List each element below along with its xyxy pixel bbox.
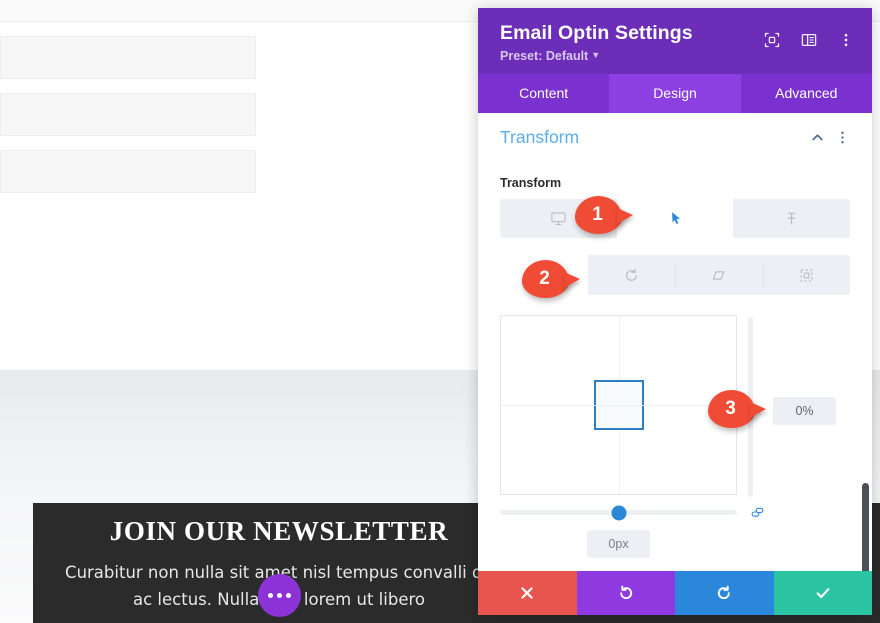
- fab-dot: [286, 593, 291, 598]
- tab-content[interactable]: Content: [478, 74, 609, 113]
- desktop-icon[interactable]: [500, 199, 617, 238]
- section-title: Transform: [500, 127, 580, 147]
- transform-handle[interactable]: [593, 380, 644, 430]
- tab-design[interactable]: Design: [609, 74, 741, 113]
- preset-label: Preset: Default: [500, 49, 589, 63]
- chevron-up-icon[interactable]: [810, 130, 825, 145]
- device-state-toggle-group: [500, 199, 850, 238]
- newsletter-title: JOIN OUR NEWSLETTER: [109, 516, 449, 546]
- more-vertical-icon[interactable]: [838, 32, 854, 48]
- panel-layout-icon[interactable]: [801, 32, 817, 48]
- sticky-pin-icon[interactable]: [733, 199, 850, 238]
- horizontal-slider[interactable]: [500, 505, 737, 520]
- undo-icon: [620, 585, 632, 600]
- fab-dot: [277, 593, 282, 598]
- panel-tabs: Content Design Advanced: [478, 74, 872, 113]
- tab-advanced[interactable]: Advanced: [741, 74, 872, 113]
- chevron-down-icon: ▼: [591, 50, 601, 60]
- preset-selector[interactable]: Preset: Default ▼: [500, 49, 852, 63]
- placeholder-card: [0, 36, 256, 79]
- horizontal-slider-handle[interactable]: [611, 505, 626, 520]
- check-icon: [816, 588, 830, 599]
- placeholder-card-list: [0, 36, 256, 207]
- ellipsis-icon[interactable]: [258, 574, 301, 617]
- panel-action-bar: [478, 571, 872, 615]
- undo-button[interactable]: [576, 571, 675, 615]
- panel-body: Transform Transform 0% 0px: [478, 113, 872, 571]
- redo-icon: [718, 585, 730, 600]
- transform-grid[interactable]: [500, 315, 737, 495]
- vertical-slider[interactable]: [747, 317, 753, 497]
- vertical-slider-wrap: [737, 315, 763, 497]
- horizontal-slider-row: [500, 505, 850, 520]
- scale-icon[interactable]: [762, 255, 851, 295]
- focus-icon[interactable]: [764, 32, 780, 48]
- transform-field-label: Transform: [500, 176, 562, 190]
- placeholder-card: [0, 93, 256, 136]
- panel-header-actions: [764, 32, 854, 48]
- skew-icon[interactable]: [675, 255, 763, 295]
- save-button[interactable]: [773, 571, 872, 615]
- horizontal-value-input[interactable]: 0px: [587, 530, 650, 558]
- placeholder-card: [0, 150, 256, 193]
- hover-cursor-icon[interactable]: [616, 199, 734, 238]
- link-chain-icon[interactable]: [750, 505, 765, 520]
- move-icon[interactable]: [500, 255, 588, 295]
- settings-panel: Email Optin Settings Preset: Default ▼ C…: [478, 8, 872, 615]
- rotate-icon[interactable]: [588, 255, 676, 295]
- redo-button[interactable]: [675, 571, 774, 615]
- transform-mode-toggle-group: [500, 255, 850, 295]
- more-vertical-icon[interactable]: [835, 130, 850, 145]
- transform-control-area: 0%: [500, 315, 850, 497]
- cancel-button[interactable]: [478, 571, 577, 615]
- screen-root: JOIN OUR NEWSLETTER Curabitur non nulla …: [0, 0, 880, 623]
- vertical-value-input[interactable]: 0%: [773, 397, 836, 425]
- transform-section-header: Transform: [500, 113, 850, 154]
- close-icon: [521, 587, 533, 599]
- panel-header: Email Optin Settings Preset: Default ▼: [478, 8, 872, 74]
- panel-scrollbar[interactable]: [862, 483, 869, 571]
- fab-dot: [268, 593, 273, 598]
